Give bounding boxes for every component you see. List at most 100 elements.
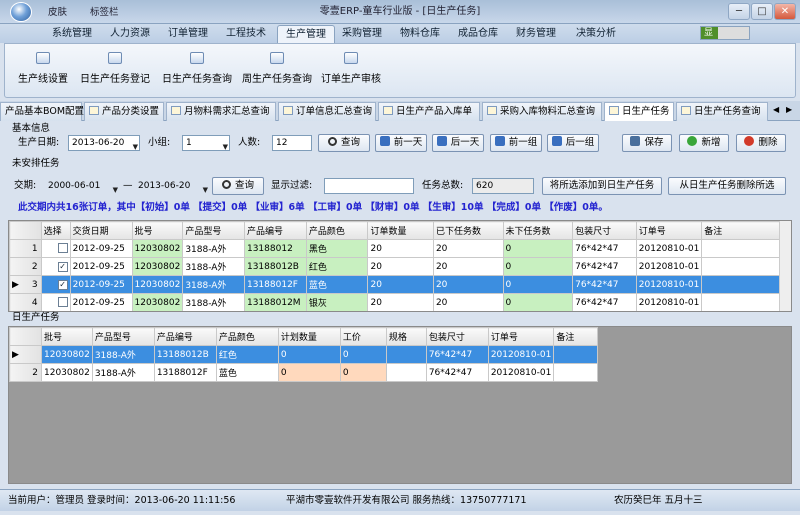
order-qty-cell[interactable]: 20 (367, 257, 434, 276)
menu-finance[interactable]: 财务管理 (508, 25, 564, 43)
select-cell[interactable]: ✓ (40, 275, 71, 294)
tab-product-category[interactable]: 产品分类设置 (84, 102, 164, 121)
plan-qty-cell[interactable]: 0 (277, 345, 341, 364)
col-unassigned[interactable]: 未下任务数 (502, 221, 574, 240)
unarranged-query-button[interactable]: 查询 (212, 177, 264, 195)
col-spec[interactable]: 规格 (385, 327, 427, 346)
col-model[interactable]: 产品型号 (91, 327, 155, 346)
tab-daily-inbound[interactable]: 日生产产品入库单 (378, 102, 480, 121)
tab-daily-task-query[interactable]: 日生产任务查询 (676, 102, 768, 121)
menu-orders[interactable]: 订单管理 (160, 25, 216, 43)
assigned-cell[interactable]: 20 (432, 275, 504, 294)
basic-query-button[interactable]: 查询 (318, 134, 370, 152)
model-cell[interactable]: 3188-A外 (91, 363, 155, 382)
select-checkbox[interactable] (57, 242, 68, 253)
ribbon-weekly-task-query-button[interactable]: 周生产任务查询 (239, 52, 315, 94)
col-product-code[interactable]: 产品编号 (243, 221, 307, 240)
batch-cell[interactable]: 12030802 (131, 275, 184, 294)
order-no-cell[interactable]: 20120810-01 (635, 257, 703, 276)
batch-cell[interactable]: 12030802 (131, 239, 184, 258)
table-row[interactable]: 1 2012-09-25 12030802 3188-A外 13188012 黑色 20 20… (9, 239, 791, 258)
assigned-cell[interactable]: 20 (432, 257, 504, 276)
chevron-down-icon[interactable]: ▼ (203, 183, 208, 193)
color-cell[interactable]: 红色 (305, 257, 369, 276)
remove-selected-from-daily-button[interactable]: 从日生产任务删除所选 (668, 177, 786, 195)
price-cell[interactable]: 0 (339, 345, 387, 364)
order-qty-cell[interactable]: 20 (367, 293, 434, 311)
delivery-date-cell[interactable]: 2012-09-25 (69, 293, 133, 311)
table-row[interactable]: 2 12030802 3188-A外 13188012F 蓝色 0 0 76*42*47 201… (9, 363, 599, 382)
unassigned-cell[interactable]: 0 (502, 293, 574, 311)
model-cell[interactable]: 3188-A外 (182, 275, 245, 294)
order-no-cell[interactable]: 20120810-01 (635, 275, 703, 294)
delivery-date-cell[interactable]: 2012-09-25 (69, 239, 133, 258)
product-code-cell[interactable]: 13188012B (153, 345, 217, 364)
order-no-cell[interactable]: 20120810-01 (635, 293, 703, 311)
order-no-cell[interactable]: 20120810-01 (487, 363, 555, 382)
people-count-field[interactable]: 12 (272, 135, 312, 151)
row-header[interactable]: 2 (9, 363, 42, 382)
tab-scroll-left-icon[interactable]: ◀ (773, 105, 779, 114)
pack-size-cell[interactable]: 76*42*47 (572, 257, 637, 276)
delivery-date-cell[interactable]: 2012-09-25 (69, 257, 133, 276)
row-header[interactable]: 1 (9, 239, 42, 258)
row-header[interactable]: 2 (9, 257, 42, 276)
assigned-cell[interactable]: 20 (432, 239, 504, 258)
batch-cell[interactable]: 12030802 (131, 257, 184, 276)
col-select[interactable]: 选择 (40, 221, 71, 240)
ribbon-daily-task-query-button[interactable]: 日生产任务查询 (159, 52, 235, 94)
col-batch[interactable]: 批号 (131, 221, 184, 240)
color-cell[interactable]: 银灰 (305, 293, 369, 311)
col-order-no[interactable]: 订单号 (635, 221, 703, 240)
plan-qty-cell[interactable]: 0 (277, 363, 341, 382)
select-cell[interactable]: ✓ (40, 257, 71, 276)
order-no-cell[interactable]: 20120810-01 (487, 345, 555, 364)
note-cell[interactable] (701, 257, 791, 276)
model-cell[interactable]: 3188-A外 (182, 293, 245, 311)
col-color[interactable]: 产品颜色 (215, 327, 279, 346)
delete-button[interactable]: 删除 (736, 134, 786, 152)
unassigned-cell[interactable]: 0 (502, 275, 574, 294)
delivery-date-cell[interactable]: 2012-09-25 (69, 275, 133, 294)
order-qty-cell[interactable]: 20 (367, 275, 434, 294)
pack-size-cell[interactable]: 76*42*47 (572, 239, 637, 258)
select-cell[interactable] (40, 293, 71, 311)
prev-group-button[interactable]: 前一组 (490, 134, 542, 152)
table-row[interactable]: ▶ 3 ✓ 2012-09-25 12030802 3188-A外 13188012F 蓝色… (9, 275, 791, 294)
ribbon-daily-task-register-button[interactable]: 日生产任务登记 (77, 52, 153, 94)
col-model[interactable]: 产品型号 (182, 221, 245, 240)
price-cell[interactable]: 0 (339, 363, 387, 382)
chevron-down-icon[interactable]: ▼ (223, 140, 228, 150)
menu-engineering[interactable]: 工程技术 (218, 25, 274, 43)
delivery-to-field[interactable]: 2013-06-20 ▼ (134, 178, 210, 194)
tab-monthly-material[interactable]: 月物料需求汇总查询 (166, 102, 276, 121)
color-cell[interactable]: 红色 (215, 345, 279, 364)
model-cell[interactable]: 3188-A外 (182, 239, 245, 258)
select-checkbox[interactable]: ✓ (57, 280, 68, 290)
select-cell[interactable] (40, 239, 71, 258)
ribbon-order-audit-button[interactable]: 订单生产审核 (319, 52, 383, 94)
skin-toggle[interactable]: 显 (700, 26, 750, 40)
tab-bom[interactable]: 产品基本BOM配置 (0, 102, 84, 121)
select-checkbox[interactable] (57, 296, 68, 307)
col-order-no[interactable]: 订单号 (487, 327, 555, 346)
col-note[interactable]: 备注 (701, 221, 791, 240)
order-no-cell[interactable]: 20120810-01 (635, 239, 703, 258)
pack-size-cell[interactable]: 76*42*47 (572, 275, 637, 294)
batch-cell[interactable]: 12030802 (131, 293, 184, 311)
note-cell[interactable] (701, 239, 791, 258)
col-product-code[interactable]: 产品编号 (153, 327, 217, 346)
color-cell[interactable]: 蓝色 (305, 275, 369, 294)
col-order-qty[interactable]: 订单数量 (367, 221, 434, 240)
product-code-cell[interactable]: 13188012B (243, 257, 307, 276)
col-color[interactable]: 产品颜色 (305, 221, 369, 240)
product-code-cell[interactable]: 13188012M (243, 293, 307, 311)
row-header[interactable]: ▶ (9, 345, 42, 364)
spec-cell[interactable] (385, 345, 427, 364)
close-button[interactable]: ✕ (774, 3, 796, 20)
tab-scroll-right-icon[interactable]: ▶ (786, 105, 792, 114)
product-code-cell[interactable]: 13188012F (153, 363, 217, 382)
col-plan-qty[interactable]: 计划数量 (277, 327, 341, 346)
tab-purchase-inbound[interactable]: 采购入库物料汇总查询 (482, 102, 602, 121)
col-pack-size[interactable]: 包装尺寸 (572, 221, 637, 240)
